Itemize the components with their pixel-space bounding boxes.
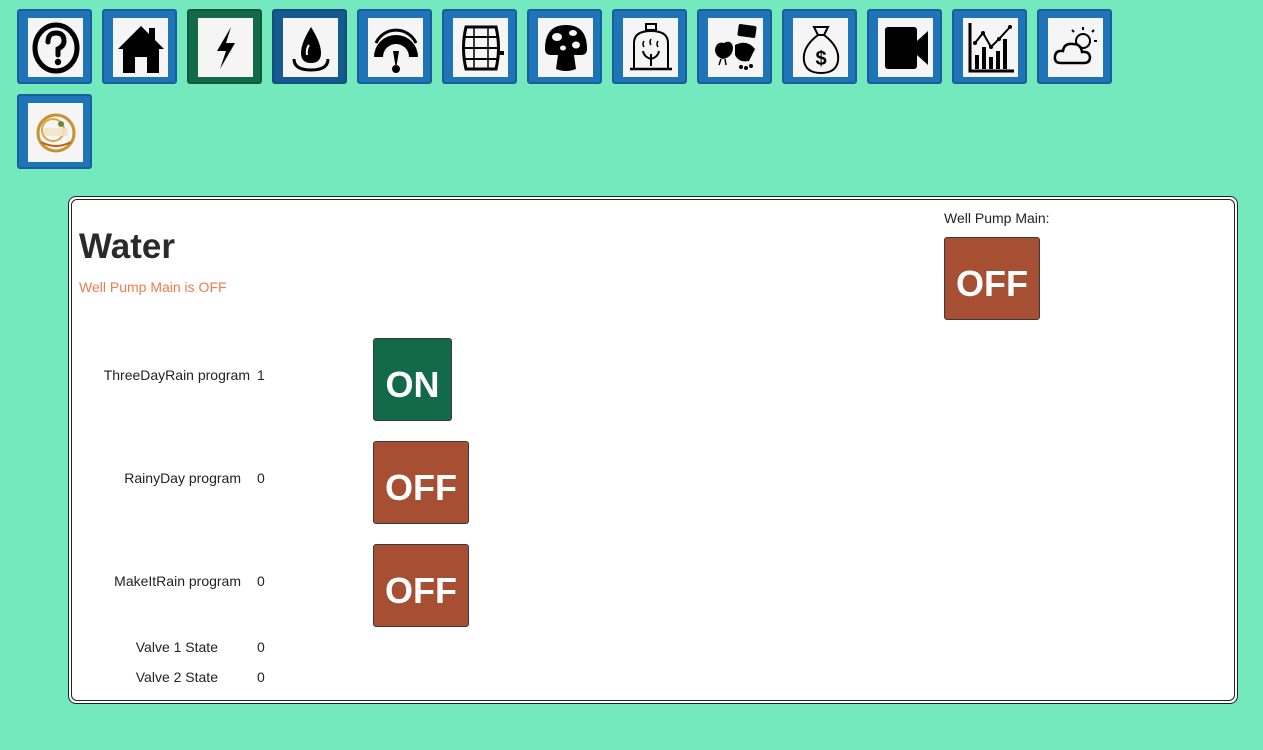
chicken-feed-icon: [714, 23, 756, 70]
nav-water-button[interactable]: [272, 9, 347, 84]
three-day-rain-label: ThreeDayRain program: [103, 367, 250, 383]
home-icon: [117, 25, 164, 73]
lightning-icon: [216, 26, 235, 69]
help-icon: [32, 22, 79, 73]
make-it-rain-toggle-button[interactable]: OFF: [373, 544, 469, 627]
svg-text:$: $: [815, 48, 826, 70]
rainy-day-toggle-button[interactable]: OFF: [373, 441, 469, 524]
valve-2-state-value: 0: [257, 669, 265, 685]
three-day-rain-value: 1: [257, 367, 265, 383]
gauge-icon: [373, 28, 418, 73]
water-drop-icon: [292, 26, 329, 72]
logo-badge-icon: [36, 113, 75, 152]
weather-icon: [1053, 26, 1097, 64]
nav-chart-button[interactable]: [952, 9, 1027, 84]
nav-greenhouse-button[interactable]: [612, 9, 687, 84]
valve-1-state-value: 0: [257, 639, 265, 655]
barrel-icon: [461, 25, 504, 70]
nav-help-button[interactable]: [17, 9, 92, 84]
chart-icon: [968, 22, 1014, 72]
mushroom-icon: [544, 24, 587, 71]
water-panel-inner: Water Well Pump Main is OFF Well Pump Ma…: [71, 199, 1235, 701]
rainy-day-value: 0: [257, 470, 265, 486]
nav-chicken-button[interactable]: [697, 9, 772, 84]
nav-power-button[interactable]: [187, 9, 262, 84]
well-pump-toggle-button[interactable]: OFF: [944, 237, 1040, 320]
nav-mushroom-button[interactable]: [527, 9, 602, 84]
nav-logo-button[interactable]: [17, 94, 92, 169]
nav-money-button[interactable]: $: [782, 9, 857, 84]
three-day-rain-toggle-button[interactable]: ON: [373, 338, 452, 421]
make-it-rain-value: 0: [257, 573, 265, 589]
video-camera-icon: [884, 26, 928, 69]
nav-gauge-button[interactable]: [357, 9, 432, 84]
water-panel: Water Well Pump Main is OFF Well Pump Ma…: [68, 196, 1238, 704]
valve-2-state-label: Valve 2 State: [135, 669, 218, 685]
rainy-day-label: RainyDay program: [124, 470, 241, 486]
greenhouse-icon: [629, 22, 672, 70]
nav-video-button[interactable]: [867, 9, 942, 84]
make-it-rain-label: MakeItRain program: [114, 573, 241, 589]
nav-barrel-button[interactable]: [442, 9, 517, 84]
valve-1-state-label: Valve 1 State: [135, 639, 218, 655]
nav-weather-button[interactable]: [1037, 9, 1112, 84]
pump-status-text: Well Pump Main is OFF: [79, 279, 227, 295]
pump-label: Well Pump Main:: [944, 210, 1050, 226]
money-bag-icon: $: [802, 25, 839, 74]
nav-home-button[interactable]: [102, 9, 177, 84]
page-title: Water: [79, 227, 175, 266]
